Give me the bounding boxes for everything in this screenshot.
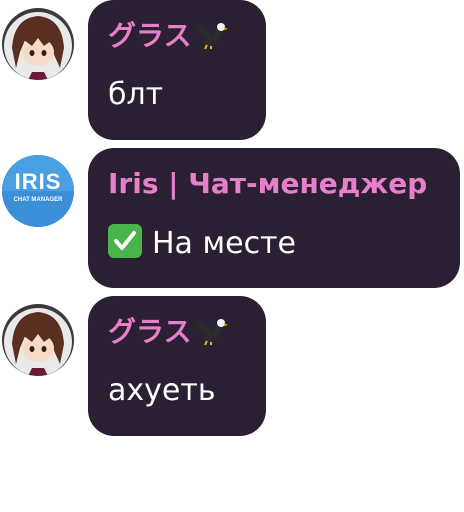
check-mark-icon xyxy=(108,224,142,258)
anime-character-avatar-icon xyxy=(2,304,74,376)
message-bubble[interactable]: グラス ахуеть xyxy=(88,296,266,436)
message-text: блт xyxy=(108,77,164,112)
iris-logo-title: IRIS xyxy=(14,169,62,194)
sender-name[interactable]: Iris | Чат-менеджер xyxy=(108,166,427,202)
message-bubble[interactable]: Iris | Чат-менеджер На месте xyxy=(88,148,460,288)
anime-character-avatar-icon xyxy=(2,8,74,80)
iris-logo-subtitle: CHAT MANAGER xyxy=(13,197,63,203)
message-text: На месте xyxy=(152,226,296,261)
message-bubble[interactable]: グラス блт xyxy=(88,0,266,140)
iris-avatar[interactable]: IRIS CHAT MANAGER xyxy=(2,155,74,227)
eagle-icon xyxy=(193,19,229,58)
eagle-icon xyxy=(193,315,229,354)
message-text: ахуеть xyxy=(108,373,216,408)
user-avatar[interactable] xyxy=(2,8,74,80)
sender-name[interactable]: グラス xyxy=(108,18,229,58)
user-avatar[interactable] xyxy=(2,304,74,376)
message-text-row: На месте xyxy=(108,224,296,263)
sender-name[interactable]: グラス xyxy=(108,314,229,354)
